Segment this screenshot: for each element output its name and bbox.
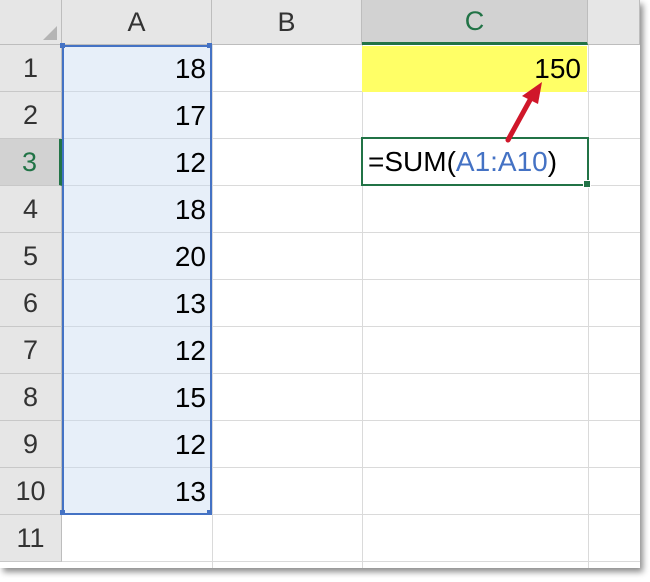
row-header-7[interactable]: 7 — [0, 327, 62, 374]
cell-a5[interactable]: 20 — [62, 233, 206, 280]
cell-a9[interactable]: 12 — [62, 421, 206, 468]
row-header-3[interactable]: 3 — [0, 139, 62, 186]
cell-a1[interactable]: 18 — [62, 45, 206, 92]
select-all-triangle-icon — [43, 26, 57, 40]
column-header-d[interactable] — [588, 0, 640, 45]
range-handle[interactable] — [207, 43, 212, 48]
cell-c1[interactable]: 150 — [362, 46, 587, 92]
column-header-c[interactable]: C — [362, 0, 588, 45]
row-header-4[interactable]: 4 — [0, 186, 62, 233]
cell-c1-value: 150 — [534, 53, 581, 84]
grid-line — [62, 561, 640, 562]
row-header-9[interactable]: 9 — [0, 421, 62, 468]
cell-a6[interactable]: 13 — [62, 280, 206, 327]
cell-a3[interactable]: 12 — [62, 139, 206, 186]
formula-close-paren: ) — [547, 146, 558, 177]
select-all-corner[interactable] — [0, 0, 62, 45]
cell-a8[interactable]: 15 — [62, 374, 206, 421]
grid-line — [588, 45, 589, 568]
row-header-10[interactable]: 10 — [0, 468, 62, 515]
column-header-a[interactable]: A — [62, 0, 212, 45]
range-handle[interactable] — [207, 510, 212, 515]
row-header-2[interactable]: 2 — [0, 92, 62, 139]
grid-line — [212, 45, 213, 568]
column-header-b[interactable]: B — [212, 0, 362, 45]
row-header-8[interactable]: 8 — [0, 374, 62, 421]
cell-a10[interactable]: 13 — [62, 468, 206, 515]
formula-function: =SUM( — [368, 146, 456, 177]
formula-range-reference: A1:A10 — [455, 146, 548, 177]
spreadsheet: A B C 1 2 3 4 5 6 7 8 9 10 11 18 17 12 1… — [0, 0, 640, 568]
row-header-6[interactable]: 6 — [0, 280, 62, 327]
cell-c3-active[interactable]: =SUM(A1:A10) — [361, 137, 591, 188]
fill-handle[interactable] — [583, 180, 591, 188]
row-header-1[interactable]: 1 — [0, 45, 62, 92]
row-header-5[interactable]: 5 — [0, 233, 62, 280]
cell-a4[interactable]: 18 — [62, 186, 206, 233]
row-header-11[interactable]: 11 — [0, 515, 62, 562]
cell-a7[interactable]: 12 — [62, 327, 206, 374]
cell-a2[interactable]: 17 — [62, 92, 206, 139]
grid-line — [362, 45, 363, 568]
